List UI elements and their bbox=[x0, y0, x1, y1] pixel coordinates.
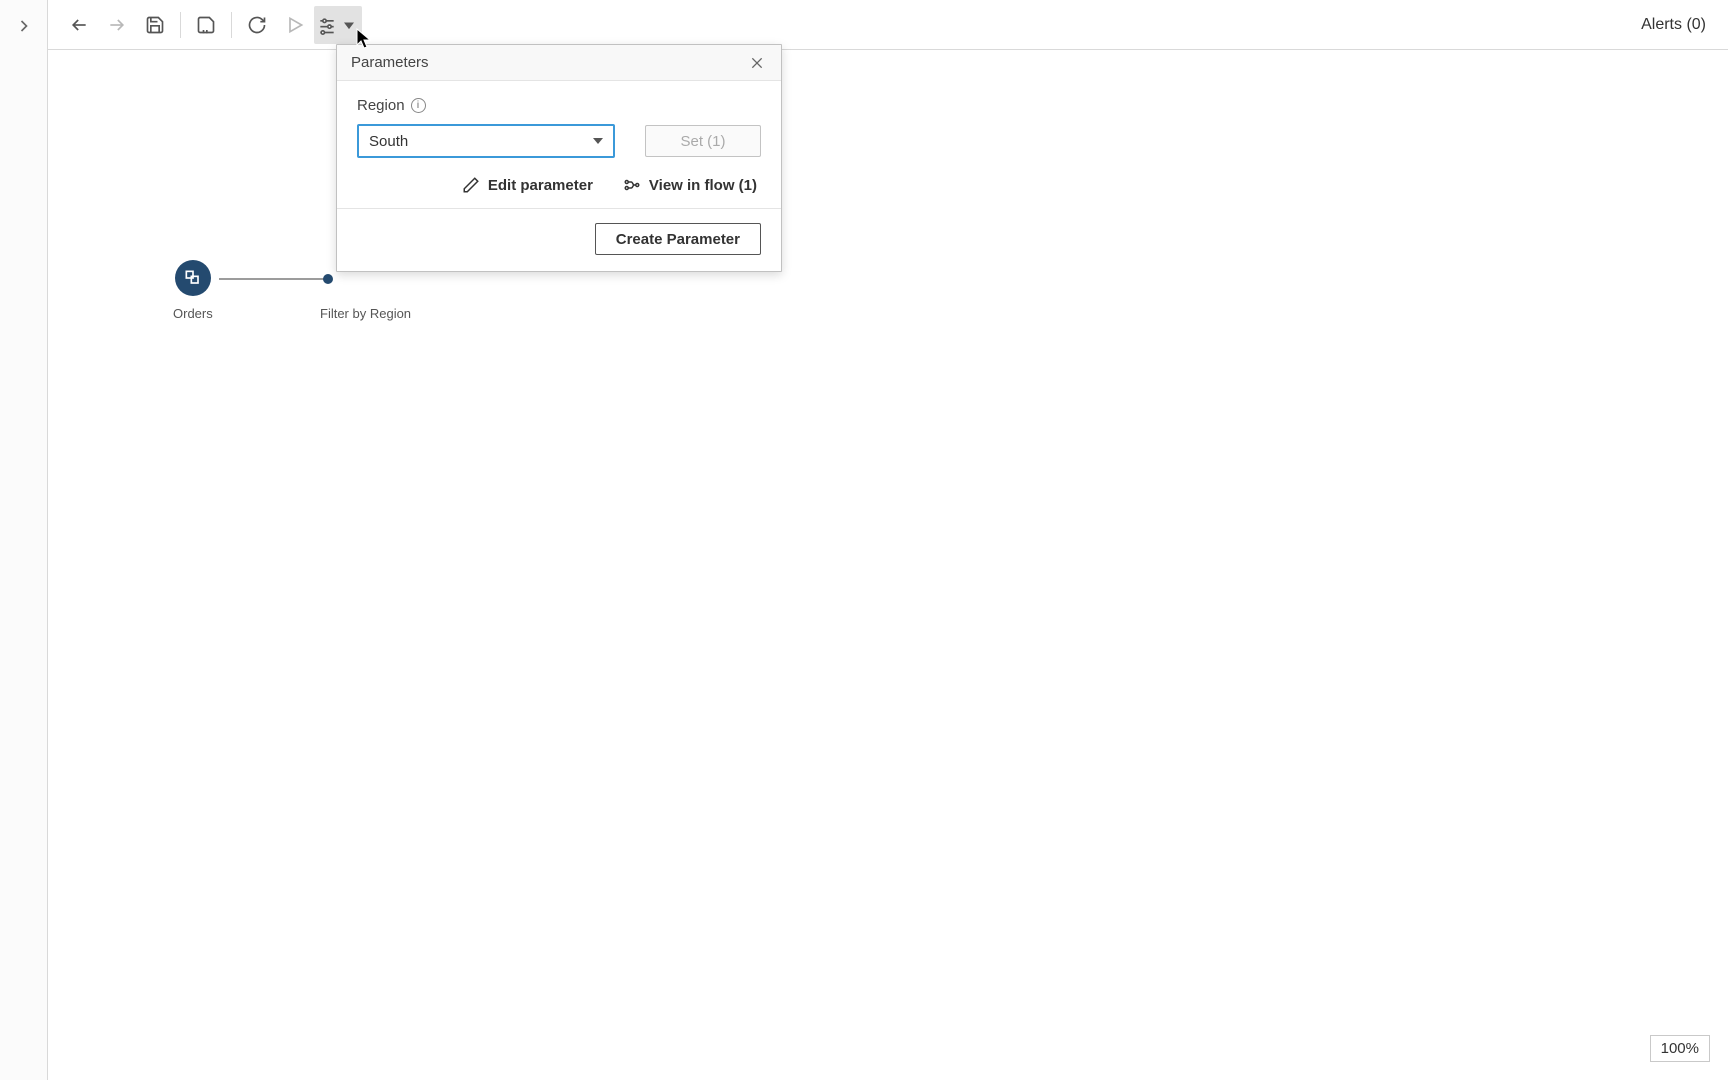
database-icon bbox=[175, 260, 211, 296]
refresh-button[interactable] bbox=[238, 6, 276, 44]
region-select-value: South bbox=[369, 133, 408, 150]
expand-sidebar-button[interactable] bbox=[14, 14, 34, 38]
flow-node-label: Filter by Region bbox=[320, 306, 411, 321]
view-in-flow-button[interactable]: View in flow (1) bbox=[623, 176, 757, 194]
flow-node-orders[interactable]: Orders bbox=[173, 260, 213, 321]
toolbar-separator bbox=[231, 12, 232, 38]
zoom-indicator[interactable]: 100% bbox=[1650, 1035, 1710, 1062]
top-toolbar: Alerts (0) bbox=[48, 0, 1728, 50]
flow-node-label: Orders bbox=[173, 306, 213, 321]
flow-connector bbox=[219, 278, 325, 280]
flow-icon bbox=[623, 176, 641, 194]
edit-parameter-button[interactable]: Edit parameter bbox=[462, 176, 593, 194]
save-button[interactable] bbox=[136, 6, 174, 44]
parameters-panel: Parameters Region i South Set (1) Edit p… bbox=[336, 44, 782, 272]
create-parameter-button[interactable]: Create Parameter bbox=[595, 223, 761, 255]
left-sidebar bbox=[0, 0, 48, 1080]
info-icon[interactable]: i bbox=[411, 98, 426, 113]
chevron-down-icon bbox=[593, 138, 603, 144]
forward-button[interactable] bbox=[98, 6, 136, 44]
parameters-button[interactable] bbox=[314, 6, 362, 44]
run-flow-button[interactable] bbox=[276, 6, 314, 44]
data-preview-button[interactable] bbox=[187, 6, 225, 44]
pencil-icon bbox=[462, 176, 480, 194]
close-icon[interactable] bbox=[747, 53, 767, 73]
back-button[interactable] bbox=[60, 6, 98, 44]
parameters-panel-header: Parameters bbox=[337, 45, 781, 81]
region-select[interactable]: South bbox=[357, 124, 615, 158]
alerts-link[interactable]: Alerts (0) bbox=[1641, 16, 1728, 34]
set-button[interactable]: Set (1) bbox=[645, 125, 761, 157]
toolbar-separator bbox=[180, 12, 181, 38]
parameter-field-label: Region i bbox=[357, 97, 761, 114]
parameters-panel-title: Parameters bbox=[351, 54, 429, 71]
flow-canvas[interactable]: Orders Filter by Region bbox=[48, 50, 1728, 1080]
